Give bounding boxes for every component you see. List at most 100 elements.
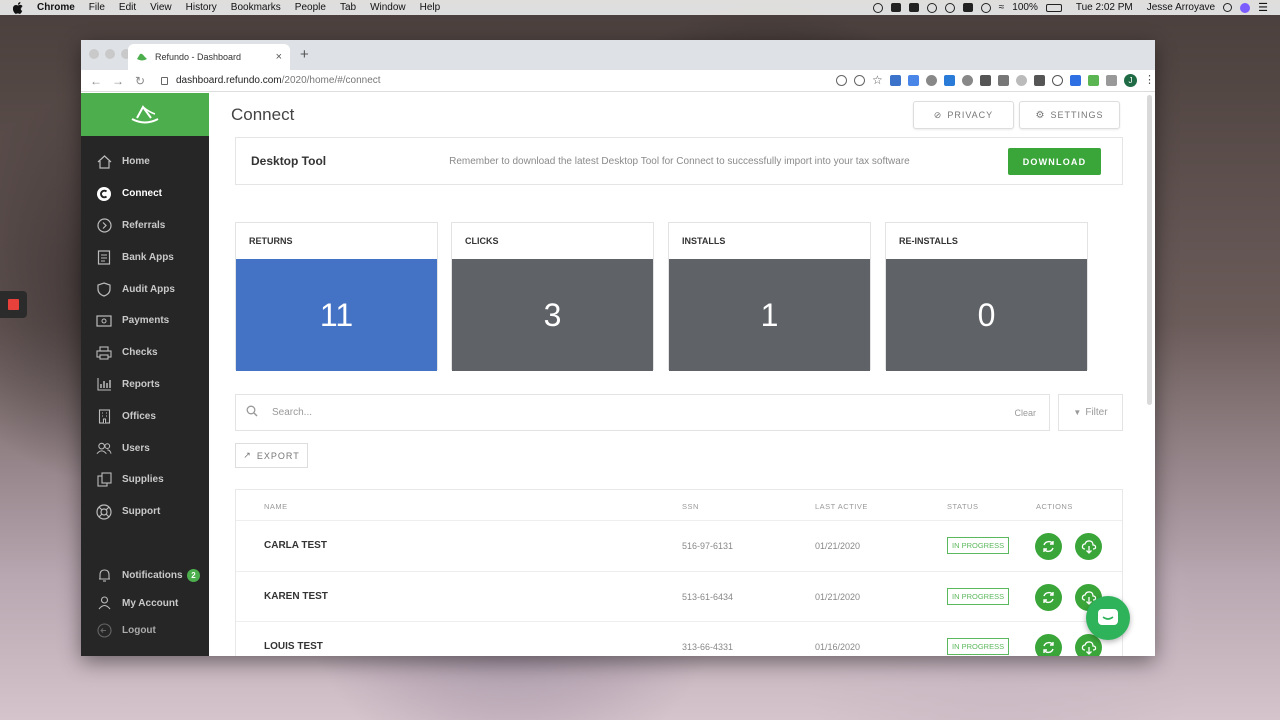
key-icon[interactable] <box>836 75 847 86</box>
download-client-button[interactable] <box>1075 533 1102 560</box>
extension-icon[interactable] <box>890 75 901 86</box>
stat-card-returns[interactable]: RETURNS 11 <box>235 222 438 371</box>
page-scrollbar[interactable] <box>1147 95 1152 405</box>
sidebar-item-payments[interactable]: Payments <box>81 305 209 337</box>
column-header-ssn[interactable]: SSN <box>682 502 699 511</box>
sync-button[interactable] <box>1035 634 1062 656</box>
column-header-status[interactable]: STATUS <box>947 502 978 511</box>
filter-button[interactable]: ▼ Filter <box>1058 394 1123 431</box>
menu-people[interactable]: People <box>295 2 326 13</box>
table-row[interactable]: KAREN TEST 513-61-6434 01/21/2020 IN PRO… <box>236 572 1122 623</box>
stat-card-re-installs[interactable]: RE-INSTALLS 0 <box>885 222 1088 371</box>
column-header-name[interactable]: NAME <box>264 502 288 511</box>
sidebar-item-my-account[interactable]: My Account <box>81 590 209 618</box>
user-name[interactable]: Jesse Arroyave <box>1147 2 1215 13</box>
stat-card-installs[interactable]: INSTALLS 1 <box>668 222 871 371</box>
sidebar-item-logout[interactable]: Logout <box>81 617 209 645</box>
sidebar-item-referrals[interactable]: Referrals <box>81 210 209 242</box>
sidebar-item-audit-apps[interactable]: Audit Apps <box>81 273 209 305</box>
client-name[interactable]: KAREN TEST <box>264 591 328 602</box>
dropbox-icon[interactable] <box>962 3 973 12</box>
supplies-icon <box>96 472 112 488</box>
menu-history[interactable]: History <box>186 2 217 13</box>
sidebar-item-support[interactable]: Support <box>81 496 209 528</box>
menu-tab[interactable]: Tab <box>340 2 356 13</box>
sidebar-item-offices[interactable]: Offices <box>81 400 209 432</box>
sidebar-item-connect[interactable]: Connect <box>81 178 209 210</box>
profile-avatar[interactable]: J <box>1124 74 1137 87</box>
extension-icon[interactable] <box>998 75 1009 86</box>
lock-icon[interactable] <box>161 76 168 85</box>
browser-tab[interactable]: Refundo - Dashboard × <box>128 44 290 70</box>
star-icon[interactable]: ☆ <box>872 74 883 86</box>
menu-help[interactable]: Help <box>420 2 441 13</box>
notification-center-icon[interactable]: ☰ <box>1258 1 1268 14</box>
menu-edit[interactable]: Edit <box>119 2 136 13</box>
menu-window[interactable]: Window <box>370 2 406 13</box>
extension-icon[interactable] <box>1106 75 1117 86</box>
extension-icon[interactable] <box>962 75 973 86</box>
menu-file[interactable]: File <box>89 2 105 13</box>
chat-launcher-button[interactable] <box>1086 596 1130 640</box>
apple-icon[interactable] <box>13 1 25 14</box>
menu-bookmarks[interactable]: Bookmarks <box>231 2 281 13</box>
sync-button[interactable] <box>1035 533 1062 560</box>
extension-icon[interactable] <box>908 75 919 86</box>
extension-icon[interactable] <box>1034 75 1045 86</box>
spotlight-icon[interactable] <box>1223 3 1233 12</box>
url-field[interactable]: dashboard.refundo.com/2020/home/#/connec… <box>176 75 381 86</box>
close-tab-icon[interactable]: × <box>276 51 282 63</box>
menu-view[interactable]: View <box>150 2 172 13</box>
settings-button[interactable]: ⚙ SETTINGS <box>1019 101 1120 129</box>
column-header-last-active[interactable]: LAST ACTIVE <box>815 502 868 511</box>
refundo-logo[interactable] <box>81 93 209 136</box>
dropbox-extension-icon[interactable] <box>980 75 991 86</box>
extension-icon[interactable] <box>944 75 955 86</box>
search-input[interactable]: Search... <box>272 407 312 418</box>
block-icon[interactable] <box>1052 75 1063 86</box>
time-machine-icon[interactable] <box>980 2 991 13</box>
status-icon[interactable] <box>872 2 883 13</box>
zoom-icon[interactable] <box>854 75 865 86</box>
sidebar-item-checks[interactable]: Checks <box>81 337 209 369</box>
menu-chrome[interactable]: Chrome <box>37 2 75 13</box>
close-window-button[interactable] <box>89 49 99 59</box>
sidebar-item-home[interactable]: Home <box>81 146 209 178</box>
extension-icon[interactable] <box>1088 75 1099 86</box>
clock[interactable]: Tue 2:02 PM <box>1076 2 1133 13</box>
recording-indicator[interactable] <box>0 291 27 318</box>
forward-arrow-icon[interactable]: → <box>111 74 125 88</box>
table-row[interactable]: CARLA TEST 516-97-6131 01/21/2020 IN PRO… <box>236 521 1122 572</box>
extension-icon[interactable] <box>926 75 937 86</box>
stat-card-clicks[interactable]: CLICKS 3 <box>451 222 654 371</box>
status-icon[interactable] <box>890 3 901 12</box>
status-icon[interactable] <box>944 2 955 13</box>
back-arrow-icon[interactable]: ← <box>89 74 103 88</box>
sidebar-item-bank-apps[interactable]: Bank Apps <box>81 241 209 273</box>
column-header-actions: ACTIONS <box>1036 502 1073 511</box>
export-button-label: EXPORT <box>256 450 300 461</box>
sidebar-item-supplies[interactable]: Supplies <box>81 464 209 496</box>
table-row[interactable]: LOUIS TEST 313-66-4331 01/16/2020 IN PRO… <box>236 622 1122 656</box>
client-name[interactable]: CARLA TEST <box>264 540 327 551</box>
sync-button[interactable] <box>1035 583 1062 611</box>
reload-icon[interactable]: ↻ <box>133 74 147 88</box>
download-button[interactable]: DOWNLOAD <box>1008 148 1101 175</box>
extension-icon[interactable] <box>1016 75 1027 86</box>
battery-icon[interactable] <box>1045 3 1062 12</box>
client-name[interactable]: LOUIS TEST <box>264 641 323 652</box>
clear-search-button[interactable]: Clear <box>1014 408 1036 418</box>
siri-icon[interactable] <box>1240 2 1251 13</box>
kebab-menu-icon[interactable]: ⋮ <box>1144 75 1155 86</box>
minimize-window-button[interactable] <box>105 49 115 59</box>
wifi-icon[interactable]: ≈ <box>999 2 1005 13</box>
sidebar-item-notifications[interactable]: Notifications 2 <box>81 562 209 590</box>
status-icon[interactable] <box>908 3 919 12</box>
sidebar-item-reports[interactable]: Reports <box>81 369 209 401</box>
status-icon[interactable] <box>926 2 937 13</box>
sidebar-item-users[interactable]: Users <box>81 432 209 464</box>
privacy-button[interactable]: ⊘ PRIVACY <box>913 101 1014 129</box>
export-button[interactable]: ↗ EXPORT <box>235 443 308 468</box>
extension-icon[interactable] <box>1070 75 1081 86</box>
new-tab-button[interactable]: + <box>300 46 309 63</box>
